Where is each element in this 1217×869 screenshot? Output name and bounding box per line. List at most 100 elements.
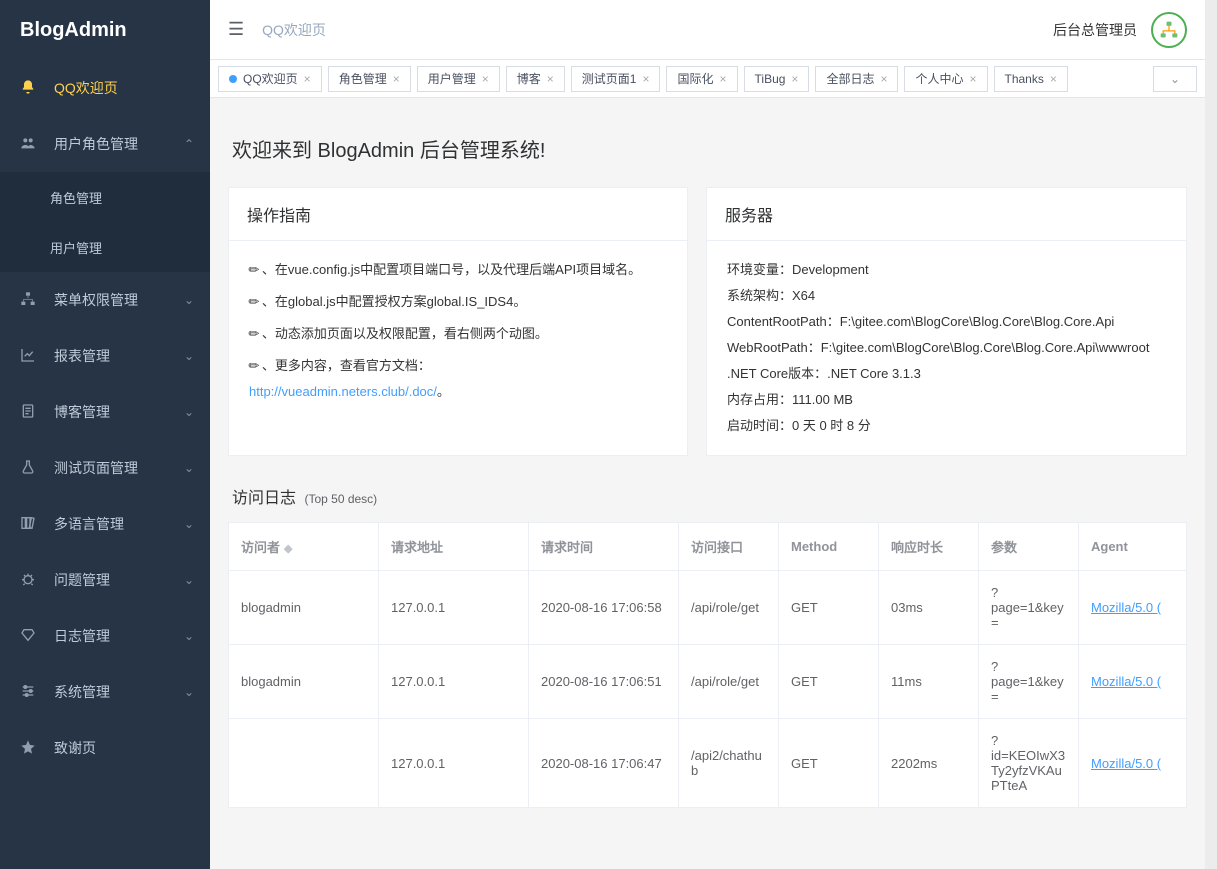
tab-label: TiBug bbox=[755, 72, 786, 86]
agent-link[interactable]: Mozilla/5.0 ( bbox=[1091, 756, 1161, 771]
sidebar-item-label: 博客管理 bbox=[54, 402, 110, 422]
guide-line-2: ✎、动态添加页面以及权限配置，看右侧两个动图。 bbox=[249, 321, 667, 347]
sort-icon[interactable]: ◆ bbox=[284, 543, 292, 555]
sidebar-item-label: 系统管理 bbox=[54, 682, 110, 702]
server-line-0: 环境变量：Development bbox=[727, 257, 1166, 283]
log-table: 访问者◆请求地址请求时间访问接口Method响应时长参数Agent blogad… bbox=[228, 522, 1187, 808]
tab-4[interactable]: 测试页面1 × bbox=[571, 66, 661, 92]
table-row: 127.0.0.12020-08-16 17:06:47/api2/chathu… bbox=[229, 719, 1187, 808]
sidebar-item-0[interactable]: QQ欢迎页 bbox=[0, 60, 210, 116]
content: 欢迎来到 BlogAdmin 后台管理系统! 操作指南 ✎、在vue.confi… bbox=[210, 98, 1205, 869]
sidebar-item-4[interactable]: 博客管理 ⌄ bbox=[0, 384, 210, 440]
log-col-5[interactable]: 响应时长 bbox=[879, 523, 979, 571]
close-icon[interactable]: × bbox=[482, 72, 489, 86]
scrollbar[interactable] bbox=[1205, 0, 1217, 869]
star-icon bbox=[20, 739, 44, 758]
tab-9[interactable]: Thanks× bbox=[994, 66, 1068, 92]
log-col-1[interactable]: 请求地址 bbox=[379, 523, 529, 571]
chevron-down-icon: ⌄ bbox=[184, 685, 194, 699]
tab-2[interactable]: 用户管理× bbox=[417, 66, 500, 92]
cell-agent: Mozilla/5.0 ( bbox=[1079, 645, 1187, 719]
server-line-1: 系统架构：X64 bbox=[727, 283, 1166, 309]
close-icon[interactable]: × bbox=[791, 72, 798, 86]
sidebar-item-7[interactable]: 问题管理⌄ bbox=[0, 552, 210, 608]
sidebar-item-5[interactable]: 测试页面管理⌄ bbox=[0, 440, 210, 496]
tab-label: 个人中心 bbox=[915, 70, 963, 87]
guide-line-3: ✎、更多内容，查看官方文档：http://vueadmin.neters.clu… bbox=[249, 353, 667, 405]
tab-8[interactable]: 个人中心 × bbox=[904, 66, 987, 92]
close-icon[interactable]: × bbox=[969, 72, 976, 86]
cell: ?page=1&key= bbox=[979, 571, 1079, 645]
hamburger-icon[interactable]: ☰ bbox=[228, 19, 244, 40]
server-panel: 服务器 环境变量：Development系统架构：X64ContentRootP… bbox=[706, 187, 1187, 456]
avatar[interactable] bbox=[1151, 12, 1187, 48]
logo: BlogAdmin bbox=[0, 0, 210, 60]
cell bbox=[229, 719, 379, 808]
pencil-icon: ✎ bbox=[241, 257, 267, 283]
agent-link[interactable]: Mozilla/5.0 ( bbox=[1091, 600, 1161, 615]
bug-icon bbox=[20, 571, 44, 590]
close-icon[interactable]: × bbox=[720, 72, 727, 86]
sidebar-item-3[interactable]: 报表管理⌄ bbox=[0, 328, 210, 384]
chevron-down-icon: ⌄ bbox=[184, 349, 194, 363]
sidebar-item-1[interactable]: 用户角色管理⌃ bbox=[0, 116, 210, 172]
sidebar-item-8[interactable]: 日志管理⌄ bbox=[0, 608, 210, 664]
log-col-4[interactable]: Method bbox=[779, 523, 879, 571]
sidebar-subitem-1-0[interactable]: 角色管理 bbox=[0, 172, 210, 222]
log-col-0[interactable]: 访问者◆ bbox=[229, 523, 379, 571]
cell: ?id=KEOIwX3Ty2yfzVKAuPTteA bbox=[979, 719, 1079, 808]
close-icon[interactable]: × bbox=[880, 72, 887, 86]
chart-icon bbox=[20, 347, 44, 366]
sidebar: BlogAdmin QQ欢迎页用户角色管理⌃角色管理用户管理菜单权限管理⌄报表管… bbox=[0, 0, 210, 869]
sidebar-item-label: 测试页面管理 bbox=[54, 458, 138, 478]
tab-5[interactable]: 国际化× bbox=[666, 66, 737, 92]
agent-link[interactable]: Mozilla/5.0 ( bbox=[1091, 674, 1161, 689]
sidebar-item-label: 问题管理 bbox=[54, 570, 110, 590]
doc-link[interactable]: http://vueadmin.neters.club/.doc/ bbox=[249, 384, 437, 399]
guide-line-0: ✎、在vue.config.js中配置项目端口号，以及代理后端API项目域名。 bbox=[249, 257, 667, 283]
cell-agent: Mozilla/5.0 ( bbox=[1079, 571, 1187, 645]
avatar-org-icon bbox=[1159, 20, 1179, 40]
log-col-2[interactable]: 请求时间 bbox=[529, 523, 679, 571]
cell: 2202ms bbox=[879, 719, 979, 808]
chevron-down-icon: ⌄ bbox=[184, 293, 194, 307]
active-dot-icon bbox=[229, 75, 237, 83]
close-icon[interactable]: × bbox=[1050, 72, 1057, 86]
chevron-down-icon: ⌄ bbox=[184, 517, 194, 531]
tab-3[interactable]: 博客× bbox=[506, 66, 565, 92]
chevron-down-icon: ⌄ bbox=[184, 405, 194, 419]
cell: 127.0.0.1 bbox=[379, 719, 529, 808]
breadcrumb: QQ欢迎页 bbox=[262, 20, 326, 40]
cell: /api/role/get bbox=[679, 645, 779, 719]
log-col-6[interactable]: 参数 bbox=[979, 523, 1079, 571]
chevron-down-icon: ⌄ bbox=[1170, 72, 1180, 86]
tab-label: 测试页面1 bbox=[582, 70, 637, 87]
sidebar-item-2[interactable]: 菜单权限管理⌄ bbox=[0, 272, 210, 328]
sidebar-item-label: 多语言管理 bbox=[54, 514, 124, 534]
tab-label: QQ欢迎页 bbox=[243, 70, 298, 87]
guide-panel: 操作指南 ✎、在vue.config.js中配置项目端口号，以及代理后端API项… bbox=[228, 187, 688, 456]
sidebar-item-label: 用户角色管理 bbox=[54, 134, 138, 154]
tab-1[interactable]: 角色管理× bbox=[328, 66, 411, 92]
tab-7[interactable]: 全部日志 × bbox=[815, 66, 898, 92]
pencil-icon: ✎ bbox=[241, 353, 267, 379]
sidebar-item-10[interactable]: 致谢页 bbox=[0, 720, 210, 776]
cell: GET bbox=[779, 571, 879, 645]
tabs-dropdown[interactable]: ⌄ bbox=[1153, 66, 1197, 92]
close-icon[interactable]: × bbox=[547, 72, 554, 86]
sidebar-item-9[interactable]: 系统管理 ⌄ bbox=[0, 664, 210, 720]
sidebar-subitem-1-1[interactable]: 用户管理 bbox=[0, 222, 210, 272]
sidebar-item-6[interactable]: 多语言管理 ⌄ bbox=[0, 496, 210, 552]
sidebar-item-label: QQ欢迎页 bbox=[54, 78, 118, 98]
tab-label: 全部日志 bbox=[826, 70, 874, 87]
close-icon[interactable]: × bbox=[642, 72, 649, 86]
log-col-3[interactable]: 访问接口 bbox=[679, 523, 779, 571]
tab-6[interactable]: TiBug × bbox=[744, 66, 810, 92]
user-name[interactable]: 后台总管理员 bbox=[1053, 20, 1137, 40]
close-icon[interactable]: × bbox=[393, 72, 400, 86]
cell: 11ms bbox=[879, 645, 979, 719]
tab-0[interactable]: QQ欢迎页 × bbox=[218, 66, 322, 92]
log-col-7[interactable]: Agent bbox=[1079, 523, 1187, 571]
close-icon[interactable]: × bbox=[304, 72, 311, 86]
sidebar-item-label: 日志管理 bbox=[54, 626, 110, 646]
